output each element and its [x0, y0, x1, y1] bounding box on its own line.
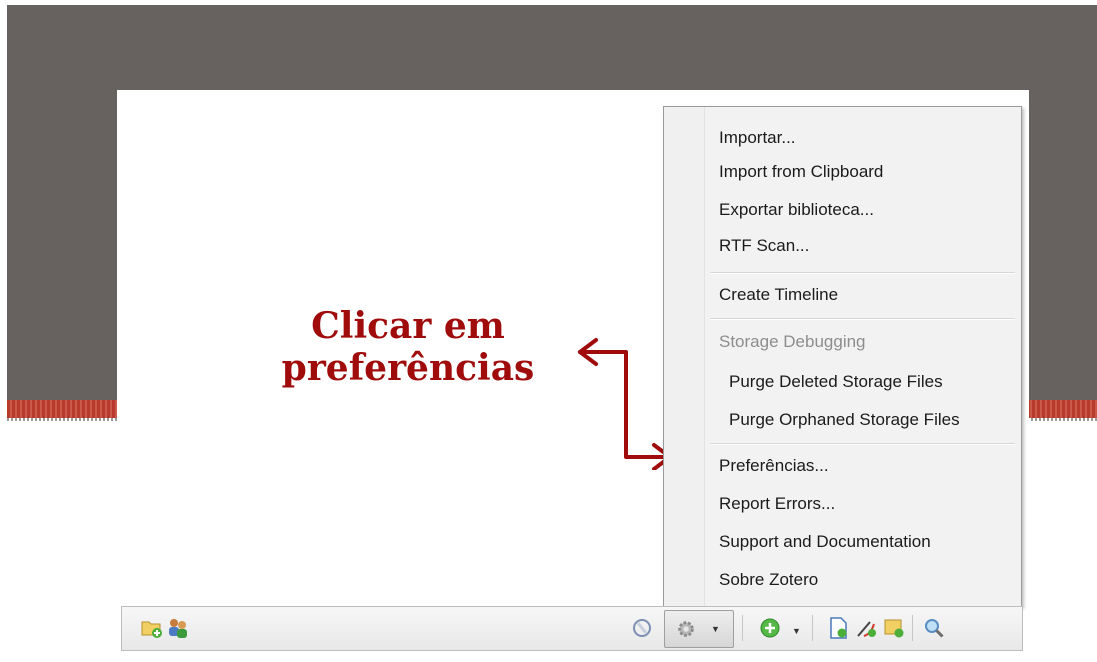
menu-item-support-documentation[interactable]: Support and Documentation	[719, 527, 931, 557]
new-group-icon[interactable]	[166, 616, 190, 640]
menu-separator	[710, 443, 1015, 445]
menu-item-import-clipboard[interactable]: Import from Clipboard	[719, 157, 883, 187]
attachment-icon[interactable]	[882, 616, 906, 640]
sync-icon[interactable]	[630, 616, 654, 640]
add-item-icon[interactable]	[758, 616, 782, 640]
menu-item-storage-debugging: Storage Debugging	[719, 332, 866, 351]
menu-item-purge-deleted[interactable]: Purge Deleted Storage Files	[729, 367, 943, 397]
gear-icon	[678, 621, 694, 637]
callout-line-2: preferências	[281, 347, 535, 389]
menu-item-importar[interactable]: Importar...	[719, 123, 796, 153]
attach-link-icon[interactable]	[854, 616, 878, 640]
menu-item-purge-orphaned[interactable]: Purge Orphaned Storage Files	[729, 405, 960, 435]
actions-gear-button[interactable]: ▼	[664, 610, 734, 648]
callout-arrow-icon	[578, 338, 672, 470]
menu-separator	[710, 318, 1015, 320]
toolbar-divider	[742, 615, 743, 641]
menu-icon-gutter	[664, 107, 705, 606]
toolbar-divider	[812, 615, 813, 641]
menu-item-exportar-biblioteca[interactable]: Exportar biblioteca...	[719, 195, 874, 225]
menu-item-report-errors[interactable]: Report Errors...	[719, 489, 835, 519]
chevron-down-icon[interactable]: ▼	[792, 626, 801, 636]
new-note-icon[interactable]	[826, 616, 850, 640]
menu-item-sobre-zotero[interactable]: Sobre Zotero	[719, 565, 818, 595]
callout-annotation: Clicar em preferências	[258, 305, 558, 389]
search-icon[interactable]	[922, 616, 946, 640]
callout-line-1: Clicar em	[311, 305, 505, 347]
actions-menu: Importar... Import from Clipboard Export…	[663, 106, 1022, 607]
menu-item-rtf-scan[interactable]: RTF Scan...	[719, 231, 809, 261]
toolbar-divider	[912, 615, 913, 641]
menu-item-create-timeline[interactable]: Create Timeline	[719, 280, 838, 310]
bottom-toolbar: ▼ ▼	[121, 606, 1023, 651]
chevron-down-icon: ▼	[711, 624, 720, 634]
menu-separator	[710, 272, 1015, 274]
new-collection-icon[interactable]	[140, 616, 164, 640]
menu-item-preferencias[interactable]: Preferências...	[719, 451, 829, 481]
